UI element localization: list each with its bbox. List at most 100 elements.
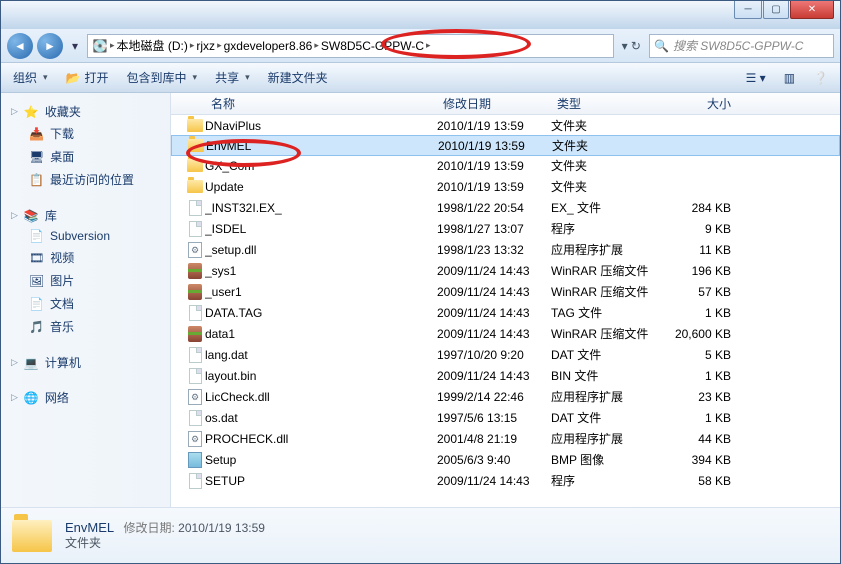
file-date: 2009/11/24 14:43: [437, 264, 551, 278]
col-name[interactable]: 名称: [205, 95, 437, 112]
folder-icon: [185, 119, 205, 132]
open-button[interactable]: 📂打开: [62, 67, 113, 88]
back-button[interactable]: ◄: [7, 33, 33, 59]
file-type: WinRAR 压缩文件: [551, 283, 671, 300]
favorites-header[interactable]: ▷⭐收藏夹: [1, 101, 170, 122]
computer-header[interactable]: ▷💻计算机: [1, 352, 170, 373]
close-button[interactable]: ✕: [790, 1, 834, 19]
bmp-icon: [185, 452, 205, 468]
file-row[interactable]: layout.bin 2009/11/24 14:43 BIN 文件 1 KB: [171, 365, 840, 386]
maximize-button[interactable]: ▢: [763, 1, 789, 19]
file-date: 1998/1/23 13:32: [437, 243, 551, 257]
rar-icon: [185, 284, 205, 300]
view-button[interactable]: ☰ ▾: [742, 69, 770, 87]
rar-icon: [185, 326, 205, 342]
file-type: 文件夹: [551, 117, 671, 134]
file-type: 程序: [551, 220, 671, 237]
libraries-header[interactable]: ▷📚库: [1, 205, 170, 226]
file-row[interactable]: DNaviPlus 2010/1/19 13:59 文件夹: [171, 115, 840, 136]
details-thumbnail: [11, 515, 53, 557]
file-date: 2009/11/24 14:43: [437, 285, 551, 299]
breadcrumb-seg2[interactable]: gxdeveloper8.86: [224, 39, 313, 53]
breadcrumb-disk[interactable]: 本地磁盘 (D:): [117, 37, 188, 54]
file-type: 应用程序扩展: [551, 430, 671, 447]
file-row[interactable]: LicCheck.dll 1999/2/14 22:46 应用程序扩展 23 K…: [171, 386, 840, 407]
file-name: EnvMEL: [206, 139, 438, 153]
file-size: 58 KB: [671, 474, 751, 488]
file-icon: [185, 347, 205, 363]
sidebar-item-pictures[interactable]: 🖼图片: [1, 269, 170, 292]
file-date: 2009/11/24 14:43: [437, 306, 551, 320]
document-icon: 📄: [29, 297, 44, 311]
file-row[interactable]: data1 2009/11/24 14:43 WinRAR 压缩文件 20,60…: [171, 323, 840, 344]
include-library-button[interactable]: 包含到库中: [123, 67, 202, 88]
col-type[interactable]: 类型: [551, 95, 671, 112]
column-headers[interactable]: 名称 修改日期 类型 大小: [171, 93, 840, 115]
breadcrumb-seg3[interactable]: SW8D5C-GPPW-C: [321, 39, 424, 53]
address-bar[interactable]: 💽 ▸ 本地磁盘 (D:)▸ rjxz▸ gxdeveloper8.86▸ SW…: [87, 34, 614, 58]
file-row[interactable]: _setup.dll 1998/1/23 13:32 应用程序扩展 11 KB: [171, 239, 840, 260]
minimize-button[interactable]: ─: [734, 1, 762, 19]
new-folder-button[interactable]: 新建文件夹: [264, 67, 332, 88]
file-size: 1 KB: [671, 411, 751, 425]
file-row[interactable]: GX_Com 2010/1/19 13:59 文件夹: [171, 155, 840, 176]
file-type: DAT 文件: [551, 409, 671, 426]
share-button[interactable]: 共享: [211, 67, 254, 88]
col-date[interactable]: 修改日期: [437, 95, 551, 112]
search-icon: 🔍: [654, 39, 669, 53]
search-box[interactable]: 🔍 搜索 SW8D5C-GPPW-C: [649, 34, 834, 58]
file-name: SETUP: [205, 474, 437, 488]
network-header[interactable]: ▷🌐网络: [1, 387, 170, 408]
file-row[interactable]: DATA.TAG 2009/11/24 14:43 TAG 文件 1 KB: [171, 302, 840, 323]
star-icon: ⭐: [24, 105, 39, 119]
details-date-label: 修改日期:: [123, 521, 174, 535]
file-name: Setup: [205, 453, 437, 467]
sidebar-item-recent[interactable]: 📋最近访问的位置: [1, 168, 170, 191]
sidebar-item-music[interactable]: 🎵音乐: [1, 315, 170, 338]
file-name: _setup.dll: [205, 243, 437, 257]
file-name: _user1: [205, 285, 437, 299]
picture-icon: 🖼: [29, 274, 44, 288]
file-name: data1: [205, 327, 437, 341]
file-row[interactable]: os.dat 1997/5/6 13:15 DAT 文件 1 KB: [171, 407, 840, 428]
file-type: 应用程序扩展: [551, 388, 671, 405]
recent-icon: 📋: [29, 173, 44, 187]
file-row[interactable]: EnvMEL 2010/1/19 13:59 文件夹: [171, 135, 840, 156]
refresh-button[interactable]: ▾ ↻: [618, 39, 645, 53]
file-list-pane: 名称 修改日期 类型 大小 DNaviPlus 2010/1/19 13:59 …: [171, 93, 840, 507]
file-icon: [185, 410, 205, 426]
breadcrumb-seg1[interactable]: rjxz: [196, 39, 215, 53]
col-size[interactable]: 大小: [671, 95, 751, 112]
sidebar-item-subversion[interactable]: 📄Subversion: [1, 226, 170, 246]
history-dropdown[interactable]: ▾: [67, 33, 83, 59]
file-row[interactable]: _INST32I.EX_ 1998/1/22 20:54 EX_ 文件 284 …: [171, 197, 840, 218]
file-row[interactable]: _ISDEL 1998/1/27 13:07 程序 9 KB: [171, 218, 840, 239]
file-row[interactable]: lang.dat 1997/10/20 9:20 DAT 文件 5 KB: [171, 344, 840, 365]
file-type: EX_ 文件: [551, 199, 671, 216]
file-name: lang.dat: [205, 348, 437, 362]
file-name: os.dat: [205, 411, 437, 425]
forward-button[interactable]: ►: [37, 33, 63, 59]
file-name: _ISDEL: [205, 222, 437, 236]
help-button[interactable]: ❔: [809, 69, 832, 87]
file-type: BMP 图像: [551, 451, 671, 468]
sidebar-item-videos[interactable]: 🎞视频: [1, 246, 170, 269]
file-row[interactable]: _user1 2009/11/24 14:43 WinRAR 压缩文件 57 K…: [171, 281, 840, 302]
file-name: GX_Com: [205, 159, 437, 173]
sidebar-item-desktop[interactable]: 🖥桌面: [1, 145, 170, 168]
file-row[interactable]: SETUP 2009/11/24 14:43 程序 58 KB: [171, 470, 840, 491]
file-row[interactable]: _sys1 2009/11/24 14:43 WinRAR 压缩文件 196 K…: [171, 260, 840, 281]
network-icon: 🌐: [24, 391, 39, 405]
file-date: 2010/1/19 13:59: [437, 159, 551, 173]
sidebar-item-documents[interactable]: 📄文档: [1, 292, 170, 315]
sidebar-item-downloads[interactable]: 📥下载: [1, 122, 170, 145]
file-row[interactable]: Setup 2005/6/3 9:40 BMP 图像 394 KB: [171, 449, 840, 470]
organize-button[interactable]: 组织: [9, 67, 52, 88]
titlebar[interactable]: ─ ▢ ✕: [1, 1, 840, 29]
file-icon: [185, 200, 205, 216]
file-list[interactable]: DNaviPlus 2010/1/19 13:59 文件夹 EnvMEL 201…: [171, 115, 840, 507]
file-row[interactable]: Update 2010/1/19 13:59 文件夹: [171, 176, 840, 197]
file-type: DAT 文件: [551, 346, 671, 363]
file-row[interactable]: PROCHECK.dll 2001/4/8 21:19 应用程序扩展 44 KB: [171, 428, 840, 449]
preview-pane-button[interactable]: ▥: [780, 69, 799, 87]
